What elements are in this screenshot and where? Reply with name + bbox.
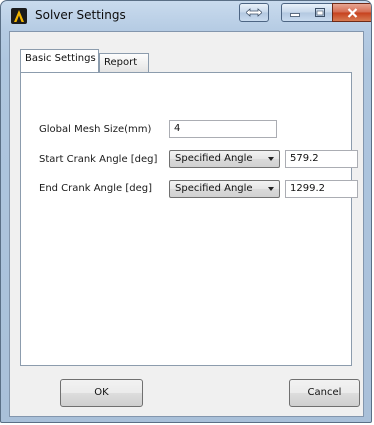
cancel-button[interactable]: Cancel xyxy=(289,379,360,407)
tab-basic-settings[interactable]: Basic Settings xyxy=(20,49,99,72)
close-icon xyxy=(347,7,358,18)
solver-settings-window: Solver Settings Basic Settings Report Gl… xyxy=(0,0,372,423)
maximize-button[interactable] xyxy=(307,3,333,22)
minimize-button[interactable] xyxy=(281,3,308,22)
window-title: Solver Settings xyxy=(35,8,126,22)
end-angle-label: End Crank Angle [deg] xyxy=(39,183,152,194)
start-angle-mode-value: Specified Angle xyxy=(175,153,253,164)
end-angle-field[interactable]: 1299.2 xyxy=(285,180,358,198)
ok-button[interactable]: OK xyxy=(60,379,143,407)
restore-button[interactable] xyxy=(239,3,269,22)
tab-report[interactable]: Report xyxy=(99,53,149,72)
start-angle-field[interactable]: 579.2 xyxy=(285,150,358,168)
mesh-size-field[interactable]: 4 xyxy=(169,120,277,138)
chevron-down-icon xyxy=(268,157,274,161)
start-angle-label: Start Crank Angle [deg] xyxy=(39,154,158,165)
title-bar[interactable]: Solver Settings xyxy=(1,1,371,31)
close-button[interactable] xyxy=(332,3,371,22)
mesh-size-label: Global Mesh Size(mm) xyxy=(39,124,152,135)
chevron-down-icon xyxy=(268,187,274,191)
dialog-body: Basic Settings Report Global Mesh Size(m… xyxy=(9,31,364,417)
maximize-icon xyxy=(314,8,325,17)
end-angle-mode-select[interactable]: Specified Angle xyxy=(169,180,280,198)
end-angle-mode-value: Specified Angle xyxy=(175,183,253,194)
minimize-icon xyxy=(289,12,300,17)
double-arrow-icon xyxy=(246,8,262,17)
solver-logo-icon xyxy=(11,8,27,24)
basic-settings-panel: Global Mesh Size(mm) 4 Start Crank Angle… xyxy=(20,72,358,366)
start-angle-mode-select[interactable]: Specified Angle xyxy=(169,150,280,168)
